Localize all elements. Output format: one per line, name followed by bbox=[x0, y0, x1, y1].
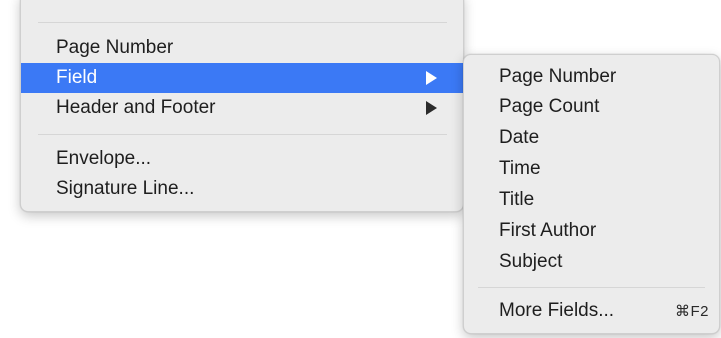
submenu-item-label: Time bbox=[499, 158, 541, 179]
menu-item-page-number[interactable]: Page Number bbox=[25, 33, 459, 63]
menu-item-label: Signature Line... bbox=[56, 178, 195, 199]
submenu-arrow-icon bbox=[426, 71, 437, 85]
menu-item-label: Page Number bbox=[56, 37, 174, 58]
submenu-arrow-icon bbox=[426, 101, 437, 115]
submenu-item-first-author[interactable]: First Author bbox=[468, 216, 715, 246]
menu-separator bbox=[38, 134, 447, 135]
submenu-item-label: Page Number bbox=[499, 66, 617, 87]
submenu-separator bbox=[478, 287, 705, 288]
menu-item-field[interactable]: Field bbox=[21, 63, 463, 93]
menu-item-envelope[interactable]: Envelope... bbox=[25, 144, 459, 174]
submenu-item-label: Title bbox=[499, 189, 535, 210]
menu-item-label: Field bbox=[56, 67, 98, 88]
submenu-item-date[interactable]: Date bbox=[468, 123, 715, 153]
menu-separator bbox=[38, 22, 447, 23]
menu-item-label: Envelope... bbox=[56, 148, 152, 169]
submenu-item-label: Date bbox=[499, 127, 540, 148]
submenu-item-page-count[interactable]: Page Count bbox=[468, 92, 715, 122]
submenu-item-label: Page Count bbox=[499, 96, 600, 117]
submenu-item-subject[interactable]: Subject bbox=[468, 247, 715, 277]
submenu-item-time[interactable]: Time bbox=[468, 154, 715, 184]
field-submenu: Page Number Page Count Date Time Title F… bbox=[463, 54, 720, 334]
submenu-item-label: Subject bbox=[499, 251, 563, 272]
submenu-item-more-fields[interactable]: More Fields... ⌘F2 bbox=[468, 296, 715, 326]
submenu-item-title[interactable]: Title bbox=[468, 185, 715, 215]
submenu-item-label: More Fields... bbox=[499, 300, 615, 321]
screen: Page Number Field Header and Footer Enve… bbox=[0, 0, 721, 338]
submenu-item-page-number[interactable]: Page Number bbox=[468, 62, 715, 92]
menu-item-label: Header and Footer bbox=[56, 97, 216, 118]
submenu-item-label: First Author bbox=[499, 220, 597, 241]
menu-item-header-and-footer[interactable]: Header and Footer bbox=[25, 93, 459, 123]
menu-item-signature-line[interactable]: Signature Line... bbox=[25, 174, 459, 204]
insert-menu: Page Number Field Header and Footer Enve… bbox=[20, 0, 464, 212]
keyboard-shortcut: ⌘F2 bbox=[674, 303, 709, 320]
